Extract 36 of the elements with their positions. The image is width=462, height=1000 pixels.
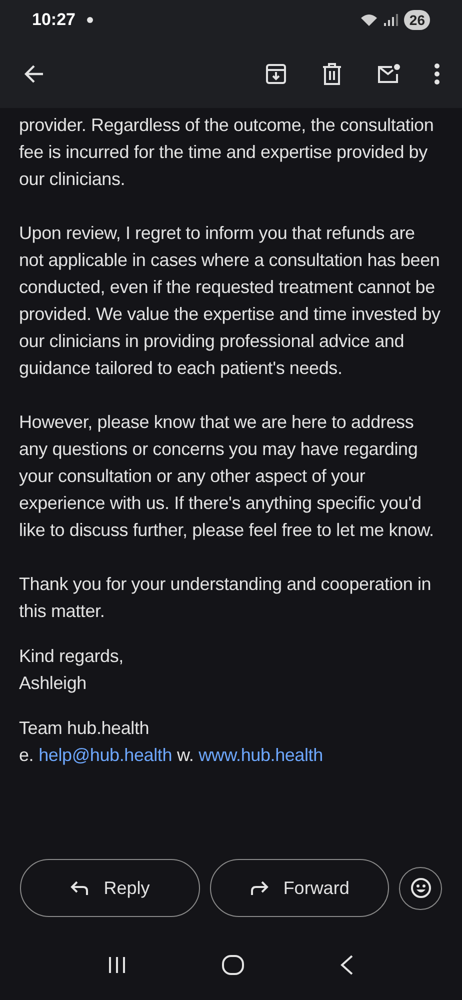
email-paragraph: Upon review, I regret to inform you that refunds are not applicable in cases where a consultation has been conducted, even if the requested treatment cannot be provided. We value the expertise and time invested by our clinicians in providing professional advice and guidance tailored to each patient's needs. xyxy=(19,222,442,380)
archive-icon xyxy=(264,62,288,86)
home-button[interactable] xyxy=(222,955,244,975)
email-paragraph: provider. Regardless of the outcome, the consultation fee is incurred for the time and expertise provided by our clinicians. xyxy=(19,114,435,191)
team-name: Team hub.health xyxy=(19,717,150,740)
wifi-icon xyxy=(360,13,378,27)
battery-indicator: 26 xyxy=(404,10,430,30)
recent-apps-button[interactable] xyxy=(108,956,126,974)
signature-line: Ashleigh xyxy=(19,672,88,695)
reply-button[interactable]: Reply xyxy=(20,859,200,917)
email-paragraph: Thank you for your understanding and cooperation in this matter. xyxy=(19,573,432,623)
forward-button[interactable]: Forward xyxy=(210,859,390,917)
trash-icon xyxy=(320,62,344,86)
archive-button[interactable] xyxy=(264,62,288,86)
web-label: w. xyxy=(177,744,194,767)
back-chevron-icon xyxy=(340,955,354,975)
notification-dot-icon xyxy=(87,17,94,23)
recent-apps-icon xyxy=(108,956,126,974)
mail-icon xyxy=(376,62,402,86)
signal-icon xyxy=(384,14,398,26)
website-link[interactable]: www.hub.health xyxy=(198,742,323,769)
system-back-button[interactable] xyxy=(340,955,354,975)
reply-icon xyxy=(70,880,90,896)
more-options-button[interactable] xyxy=(434,63,440,85)
delete-button[interactable] xyxy=(320,62,344,86)
status-time: 10:27 xyxy=(32,9,76,32)
smiley-icon xyxy=(410,877,432,899)
email-label: e. xyxy=(19,744,34,767)
more-vert-icon xyxy=(434,63,440,85)
email-link[interactable]: help@hub.health xyxy=(38,742,172,769)
signature-line: Kind regards, xyxy=(19,645,124,668)
forward-icon xyxy=(249,880,270,896)
email-paragraph: However, please know that we are here to address any questions or concerns you may have regarding your consultation or any other aspect of your experience with us. If there's anything specific you'd like to discuss further, please feel free to let me know. xyxy=(19,411,435,542)
home-icon xyxy=(222,955,244,975)
mark-unread-button[interactable] xyxy=(376,62,402,86)
emoji-reaction-button[interactable] xyxy=(399,866,442,910)
